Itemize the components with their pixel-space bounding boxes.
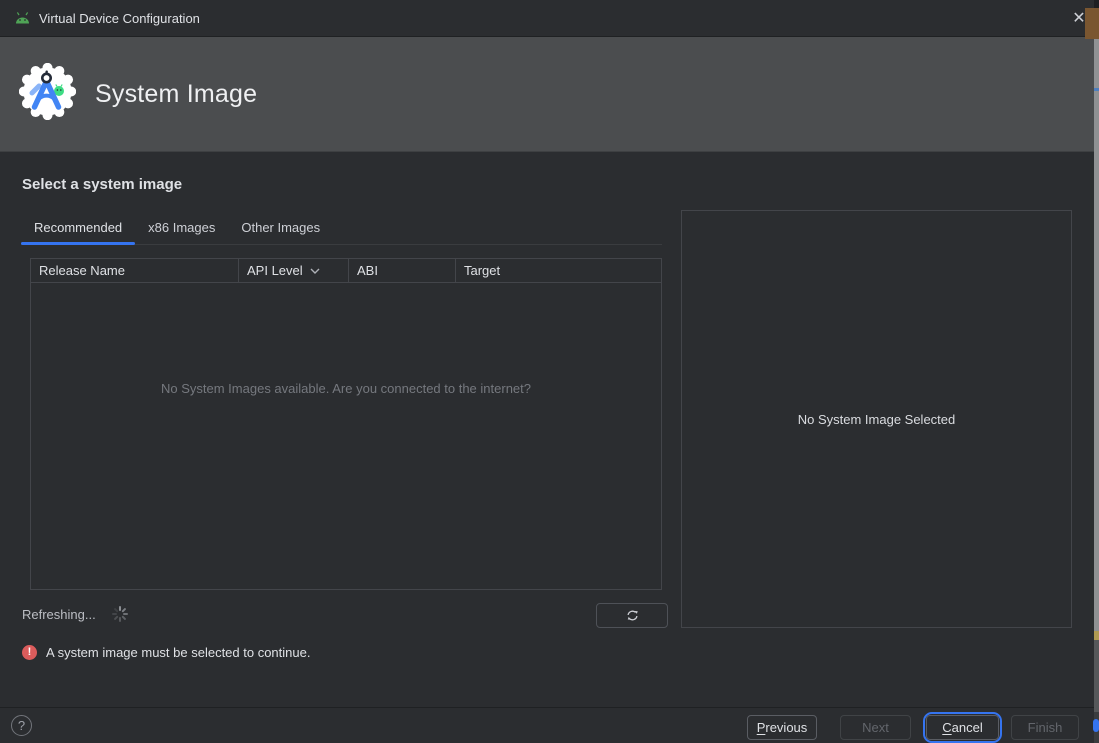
column-header-release-name[interactable]: Release Name [31,259,239,282]
previous-button[interactable]: Previous [747,715,817,740]
refresh-icon [625,608,640,623]
column-header-api-level[interactable]: API Level [239,259,349,282]
validation-error: ! A system image must be selected to con… [22,645,310,660]
refreshing-label: Refreshing... [22,607,96,622]
background-bleed [1093,719,1099,732]
tab-bar: Recommended x86 Images Other Images [21,214,662,245]
title-bar: Virtual Device Configuration [0,0,1094,37]
background-bleed [1094,0,1099,8]
detail-panel-empty-message: No System Image Selected [798,412,956,427]
sort-chevron-down-icon [310,268,320,274]
finish-button[interactable]: Finish [1011,715,1079,740]
android-icon [13,11,32,25]
column-header-target[interactable]: Target [456,259,661,282]
background-bleed [1094,39,1099,88]
tab-other-images[interactable]: Other Images [228,214,333,245]
background-bleed [1094,91,1099,631]
background-bleed [1094,640,1099,712]
system-image-table: Release Name API Level ABI Target No Sys… [30,258,662,590]
loading-spinner-icon [111,605,129,623]
wizard-header: System Image [0,37,1094,152]
refresh-button[interactable] [596,603,668,628]
background-bleed [1094,631,1099,640]
tab-x86-images[interactable]: x86 Images [135,214,228,245]
page-title: System Image [95,37,257,152]
background-bleed [1085,8,1099,39]
table-empty-message: No System Images available. Are you conn… [31,381,661,396]
next-button[interactable]: Next [840,715,911,740]
detail-panel: No System Image Selected [681,210,1072,628]
help-button[interactable]: ? [11,715,32,736]
column-header-abi[interactable]: ABI [349,259,456,282]
android-studio-logo-icon [19,63,76,120]
error-icon: ! [22,645,37,660]
tab-recommended[interactable]: Recommended [21,214,135,245]
section-heading: Select a system image [22,176,182,193]
cancel-button[interactable]: Cancel [926,715,999,740]
virtual-device-configuration-dialog: Virtual Device Configuration ✕ [0,0,1099,743]
error-message: A system image must be selected to conti… [46,645,310,660]
footer-bar: ? Previous Next Cancel Finish [0,707,1094,743]
table-header-row: Release Name API Level ABI Target [31,259,661,283]
window-title: Virtual Device Configuration [39,11,200,26]
